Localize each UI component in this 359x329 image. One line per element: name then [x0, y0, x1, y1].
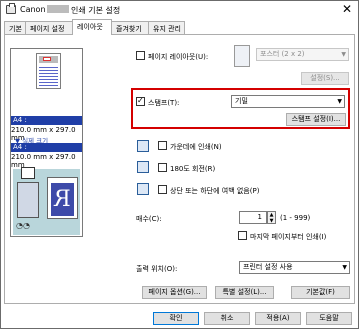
- output-letter: R: [51, 183, 74, 216]
- last-page-first-checkbox[interactable]: [238, 231, 247, 240]
- page-layout-settings-button[interactable]: 설정(S)...: [301, 72, 349, 85]
- printer-app-icon: [6, 3, 16, 14]
- page-layout-label: 페이지 레이아웃(U):: [148, 53, 209, 61]
- stamp-value: 기밀: [235, 97, 248, 105]
- rotate-180-label: 180도 회전(R): [170, 165, 216, 173]
- preview-area: A4 : 210.0 mm x 297.0 mm ▼ 실제 크기 A4 : 21…: [10, 48, 83, 237]
- chevron-down-icon: ▼: [342, 264, 347, 271]
- center-print-label: 가운데에 인쇄(N): [170, 143, 222, 151]
- center-print-icon: [137, 140, 149, 152]
- copies-stepper[interactable]: ▲ ▼: [267, 211, 276, 224]
- printing-preferences-window: Canon 인쇄 기본 설정 ✕ 기본 페이지 설정 레이아웃 즐겨찾기 유지 …: [0, 0, 359, 329]
- paper1-label: A4 :: [11, 116, 82, 125]
- close-icon[interactable]: ✕: [342, 2, 352, 16]
- apply-button[interactable]: 적용(A): [255, 312, 301, 325]
- stamp-settings-button[interactable]: 스탬프 설정(I)...: [286, 113, 346, 126]
- output-label: 출력 위치(O):: [136, 265, 178, 273]
- no-margin-checkbox[interactable]: [158, 185, 167, 194]
- no-margin-icon: [137, 183, 149, 195]
- paper2-label: A4 :: [11, 143, 82, 152]
- poster-layout-icon: [234, 45, 250, 67]
- window-title-suffix: 인쇄 기본 설정: [71, 6, 121, 15]
- rotate-180-checkbox[interactable]: [158, 163, 167, 172]
- page-options-button[interactable]: 페이지 옵션(G)...: [142, 286, 207, 299]
- output-arrow-icon: [21, 167, 35, 179]
- cancel-button[interactable]: 취소: [204, 312, 250, 325]
- defaults-button[interactable]: 기본값(F): [291, 286, 350, 299]
- chevron-down-icon: ▼: [337, 98, 342, 105]
- tab-page-setup[interactable]: 페이지 설정: [25, 21, 73, 34]
- tab-maintenance[interactable]: 유지 관리: [148, 21, 185, 34]
- document-preview: [36, 53, 61, 89]
- chevron-down-icon: ▼: [341, 51, 346, 58]
- roller-icon: ◔◔: [16, 221, 30, 230]
- window-title-prefix: Canon: [20, 5, 46, 14]
- no-margin-label: 상단 또는 하단에 여백 없음(P): [170, 187, 260, 195]
- tab-layout[interactable]: 레이아웃: [72, 19, 112, 35]
- copies-range: (1 - 999): [280, 214, 311, 222]
- page-layout-select[interactable]: 포스터 (2 x 2) ▼: [256, 48, 349, 61]
- tab-favorites[interactable]: 즐겨찾기: [111, 21, 149, 34]
- window-title-model-redacted: [47, 5, 69, 13]
- ok-button[interactable]: 확인: [153, 312, 199, 325]
- tab-basic[interactable]: 기본: [4, 21, 26, 34]
- special-settings-button[interactable]: 특별 설정(L)...: [215, 286, 274, 299]
- page-layout-value: 포스터 (2 x 2): [260, 50, 305, 58]
- stamp-select[interactable]: 기밀 ▼: [231, 95, 345, 108]
- copies-value: 1: [257, 213, 262, 221]
- output-value: 프린터 설정 사용: [243, 263, 293, 271]
- help-button[interactable]: 도움말: [306, 312, 352, 325]
- page-layout-checkbox[interactable]: [136, 51, 145, 60]
- rotate-180-icon: [137, 161, 149, 173]
- paper-feeder-icon: [17, 182, 39, 218]
- stamp-preview-mark: [43, 57, 51, 61]
- printer-illustration: ◔◔ R: [13, 167, 80, 235]
- stamp-label: 스탬프(T):: [148, 99, 180, 107]
- copies-input[interactable]: 1: [239, 211, 267, 224]
- title-bar: Canon 인쇄 기본 설정 ✕: [1, 1, 358, 18]
- center-print-checkbox[interactable]: [158, 141, 167, 150]
- output-select[interactable]: 프린터 설정 사용 ▼: [239, 261, 350, 274]
- copies-label: 매수(C):: [136, 215, 162, 223]
- stamp-checkbox[interactable]: [136, 96, 145, 106]
- last-page-first-label: 마지막 페이지부터 인쇄(I): [250, 233, 327, 241]
